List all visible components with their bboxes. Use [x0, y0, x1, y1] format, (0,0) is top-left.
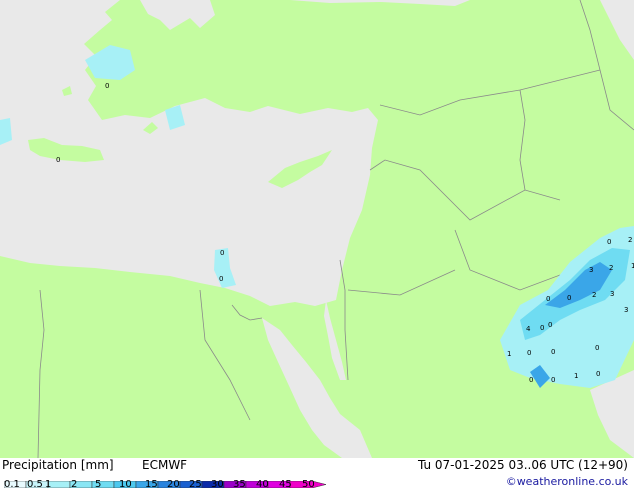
forecast-datetime: Tu 07-01-2025 03..06 UTC (12+90) — [417, 458, 628, 472]
value-label: 0 — [607, 238, 611, 246]
scale-tick-label: 1 — [45, 479, 52, 490]
value-label: 0 — [548, 321, 552, 329]
scale-tick-label: 40 — [256, 479, 269, 490]
value-label: 0 — [220, 249, 224, 257]
scale-tick-label: 0.1 — [4, 479, 20, 490]
value-label: 3 — [610, 290, 614, 298]
scale-tick-label: 30 — [211, 479, 224, 490]
value-label: 4 — [526, 325, 531, 333]
value-label: 0 — [546, 295, 550, 303]
scale-tick-label: 0.5 — [27, 479, 43, 490]
credit-link[interactable]: ©weatheronline.co.uk — [506, 475, 628, 488]
value-label: 0 — [551, 376, 555, 384]
scale-tick-label: 2 — [71, 479, 78, 490]
value-label: 3 — [624, 306, 628, 314]
map-canvas: 0 0 0 0 0 2 3 1 0 0 2 3 3 2 4 0 0 1 0 0 … — [0, 0, 634, 459]
value-label: 1 — [507, 350, 511, 358]
legend-footer: Precipitation [mm] ECMWF Tu 07-01-2025 0… — [0, 458, 634, 490]
value-label: 0 — [56, 156, 60, 164]
scale-tick-label: 20 — [167, 479, 180, 490]
value-label: 0 — [596, 370, 600, 378]
value-label: 0 — [595, 344, 599, 352]
value-label: 2 — [628, 236, 632, 244]
value-label: 3 — [589, 266, 593, 274]
value-label: 0 — [551, 348, 555, 356]
scale-tick-label: 15 — [145, 479, 158, 490]
scale-tick-label: 5 — [95, 479, 102, 490]
value-label: 1 — [574, 372, 578, 380]
legend-title: Precipitation [mm] — [2, 458, 114, 472]
value-label: 0 — [567, 294, 571, 302]
scale-tick-label: 10 — [119, 479, 132, 490]
value-label: 0 — [540, 324, 544, 332]
precipitation-map: 0 0 0 0 0 2 3 1 0 0 2 3 3 2 4 0 0 1 0 0 … — [0, 0, 634, 459]
value-label: 2 — [592, 291, 596, 299]
value-label: 0 — [529, 376, 533, 384]
scale-tick-label: 50 — [302, 479, 315, 490]
value-label: 0 — [219, 275, 223, 283]
value-label: 0 — [527, 349, 531, 357]
model-name: ECMWF — [142, 458, 188, 472]
value-label: 0 — [105, 82, 109, 90]
scale-tick-label: 35 — [233, 479, 246, 490]
scale-tick-label: 25 — [189, 479, 202, 490]
value-label: 2 — [609, 264, 613, 272]
scale-tick-label: 45 — [279, 479, 292, 490]
